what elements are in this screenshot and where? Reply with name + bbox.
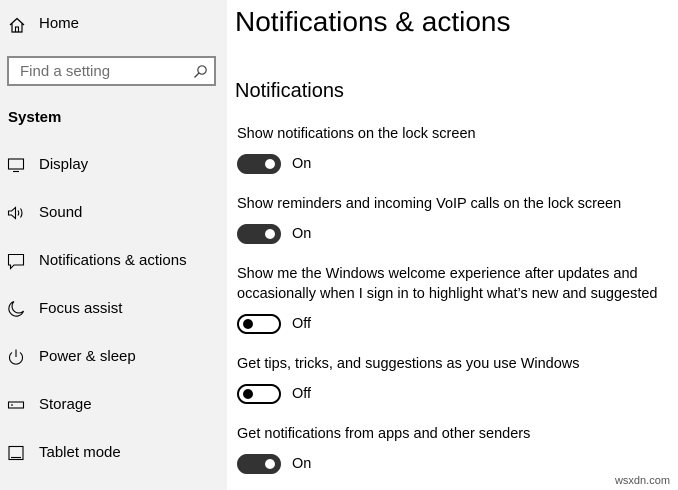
toggle-knob bbox=[243, 389, 253, 399]
setting-label: Get tips, tricks, and suggestions as you… bbox=[237, 356, 580, 372]
toggle-state-label: On bbox=[292, 226, 312, 242]
toggle-state-label: On bbox=[292, 456, 312, 472]
sidebar-item-label: Focus assist bbox=[39, 300, 123, 317]
search-input[interactable]: Find a setting bbox=[7, 56, 216, 86]
setting-label: Show me the Windows welcome experience a… bbox=[237, 266, 658, 302]
toggle-state-label: On bbox=[292, 156, 312, 172]
sidebar-item-label: Tablet mode bbox=[39, 444, 121, 461]
sidebar-item-focus-assist[interactable]: Focus assist bbox=[0, 289, 227, 329]
sidebar-item-label: Storage bbox=[39, 396, 92, 413]
toggle-lock-screen-notifications[interactable] bbox=[237, 154, 281, 174]
tablet-icon bbox=[8, 445, 24, 461]
sidebar-item-power-sleep[interactable]: Power & sleep bbox=[0, 337, 227, 377]
toggle-state-label: Off bbox=[292, 316, 312, 332]
storage-icon bbox=[7, 401, 25, 409]
sidebar-item-label: Notifications & actions bbox=[39, 252, 187, 269]
search-placeholder: Find a setting bbox=[20, 63, 111, 80]
power-icon bbox=[8, 349, 24, 365]
monitor-icon bbox=[7, 158, 25, 173]
toggle-knob bbox=[265, 229, 275, 239]
sidebar-item-label: Power & sleep bbox=[39, 348, 136, 365]
toggle-welcome-experience[interactable] bbox=[237, 314, 281, 334]
section-title-system: System bbox=[8, 109, 62, 126]
home-label: Home bbox=[39, 15, 80, 32]
search-icon[interactable] bbox=[193, 64, 208, 79]
toggle-knob bbox=[265, 159, 275, 169]
watermark: wsxdn.com bbox=[614, 475, 670, 487]
setting-label: Show notifications on the lock screen bbox=[237, 126, 476, 142]
home-button[interactable]: Home bbox=[0, 8, 227, 42]
sidebar-item-tablet-mode[interactable]: Tablet mode bbox=[0, 433, 227, 473]
speaker-icon bbox=[7, 206, 23, 220]
sidebar-item-sound[interactable]: Sound bbox=[0, 193, 227, 233]
settings-window: Home Find a setting System Display Sound… bbox=[0, 0, 678, 490]
toggle-knob bbox=[265, 459, 275, 469]
sidebar-item-label: Display bbox=[39, 156, 89, 173]
main-content: Notifications & actions Notifications Sh… bbox=[227, 0, 678, 490]
setting-label: Get notifications from apps and other se… bbox=[237, 426, 531, 442]
sidebar-item-notifications[interactable]: Notifications & actions bbox=[0, 241, 227, 281]
setting-label: Show reminders and incoming VoIP calls o… bbox=[237, 196, 622, 212]
page-title: Notifications & actions bbox=[235, 6, 511, 37]
sidebar-item-storage[interactable]: Storage bbox=[0, 385, 227, 425]
sidebar-item-display[interactable]: Display bbox=[0, 145, 227, 185]
section-heading-notifications: Notifications bbox=[235, 80, 344, 102]
moon-icon bbox=[8, 300, 25, 317]
notification-icon bbox=[7, 253, 25, 270]
toggle-state-label: Off bbox=[292, 386, 312, 402]
toggle-tips-tricks[interactable] bbox=[237, 384, 281, 404]
sidebar: Home Find a setting System Display Sound… bbox=[0, 0, 227, 490]
toggle-knob bbox=[243, 319, 253, 329]
home-icon bbox=[9, 17, 25, 33]
toggle-app-notifications[interactable] bbox=[237, 454, 281, 474]
sidebar-item-label: Sound bbox=[39, 204, 83, 221]
toggle-reminders-voip[interactable] bbox=[237, 224, 281, 244]
